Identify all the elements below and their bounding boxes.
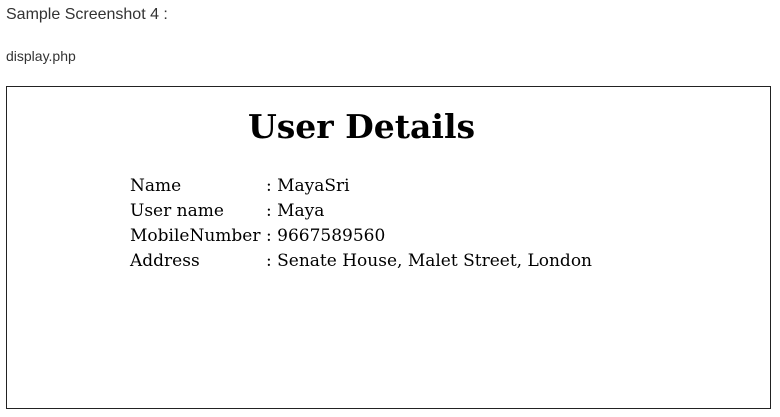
- detail-row-mobile: MobileNumber : 9667589560: [130, 224, 592, 249]
- detail-label: MobileNumber: [130, 226, 261, 246]
- detail-label: Address: [130, 251, 200, 271]
- detail-label: Name: [130, 176, 182, 196]
- detail-value: : Maya: [266, 201, 325, 221]
- detail-value: : MayaSri: [266, 176, 350, 196]
- page-title: User Details: [247, 107, 476, 146]
- rendered-page-frame: User Details Name : MayaSri User name : …: [6, 86, 771, 409]
- detail-row-address: Address : Senate House, Malet Street, Lo…: [130, 249, 592, 274]
- screenshot-caption: Sample Screenshot 4 :: [6, 6, 168, 23]
- detail-value: : Senate House, Malet Street, London: [266, 251, 592, 271]
- file-name-label: display.php: [6, 48, 76, 64]
- detail-row-username: User name : Maya: [130, 199, 592, 224]
- detail-value: : 9667589560: [266, 226, 386, 246]
- detail-row-name: Name : MayaSri: [130, 174, 592, 199]
- detail-label: User name: [130, 201, 224, 221]
- user-details-table: Name : MayaSri User name : Maya MobileNu…: [130, 174, 592, 274]
